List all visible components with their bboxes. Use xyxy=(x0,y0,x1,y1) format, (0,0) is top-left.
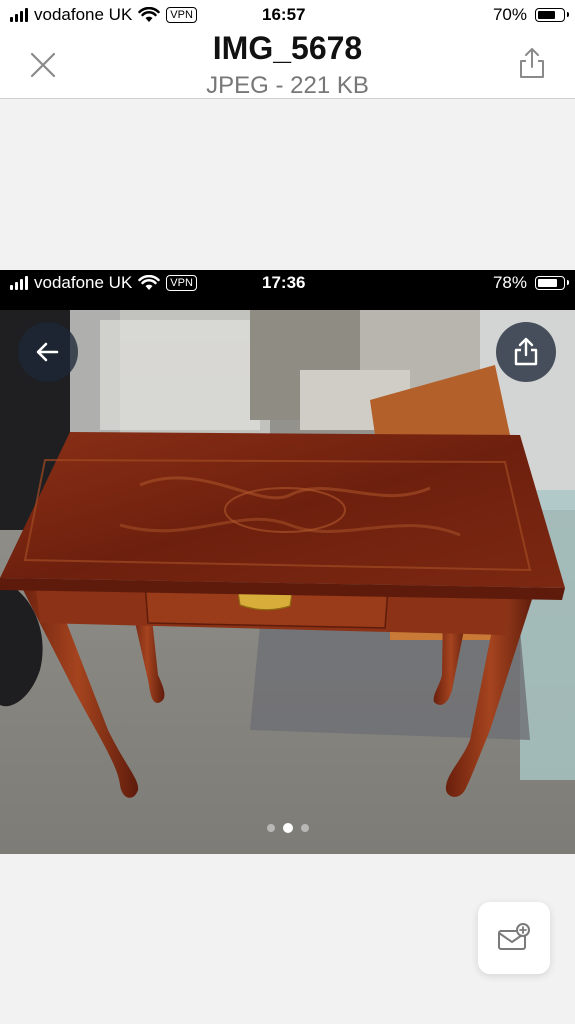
status-left: vodafone UK VPN xyxy=(10,5,197,25)
photo-battery-percent: 78% xyxy=(492,273,527,292)
photo-carrier-label: vodafone UK xyxy=(34,273,133,292)
table-photo xyxy=(0,310,575,854)
battery-icon xyxy=(535,276,569,290)
status-bar: vodafone UK VPN 16:57 70% xyxy=(0,0,575,32)
compose-message-button[interactable] xyxy=(478,902,550,974)
photo-status-right: 78% xyxy=(492,273,569,293)
status-right: 70% xyxy=(492,5,569,25)
viewer-header: IMG_5678 JPEG - 221 KB xyxy=(0,30,575,99)
photo-status-left: vodafone UK VPN xyxy=(10,273,197,293)
signal-icon xyxy=(10,8,28,22)
wifi-icon xyxy=(138,7,161,22)
page-dot xyxy=(300,824,309,832)
carrier-label: vodafone UK xyxy=(34,5,133,24)
share-button[interactable] xyxy=(515,46,549,80)
arrow-left-icon xyxy=(36,342,59,362)
file-title: IMG_5678 xyxy=(212,30,363,66)
battery-percent: 70% xyxy=(492,5,527,24)
share-icon xyxy=(520,48,544,78)
back-button[interactable] xyxy=(18,322,78,382)
wifi-icon xyxy=(138,275,161,290)
status-time: 16:57 xyxy=(262,5,306,24)
mail-add-icon xyxy=(498,923,530,950)
page-indicator xyxy=(0,823,575,833)
page-dot xyxy=(282,823,293,833)
signal-icon xyxy=(10,276,28,290)
photo[interactable]: vodafone UK VPN 17:36 78% xyxy=(0,270,575,854)
vpn-badge: VPN xyxy=(166,7,197,23)
photo-status-bar: vodafone UK VPN 17:36 78% xyxy=(0,270,575,310)
page-dot xyxy=(266,824,275,832)
vpn-badge: VPN xyxy=(166,275,197,291)
share-icon xyxy=(514,337,538,366)
file-info: JPEG - 221 KB xyxy=(206,72,369,99)
photo-status-time: 17:36 xyxy=(262,273,306,292)
photo-share-button[interactable] xyxy=(496,322,556,382)
battery-icon xyxy=(535,8,569,22)
